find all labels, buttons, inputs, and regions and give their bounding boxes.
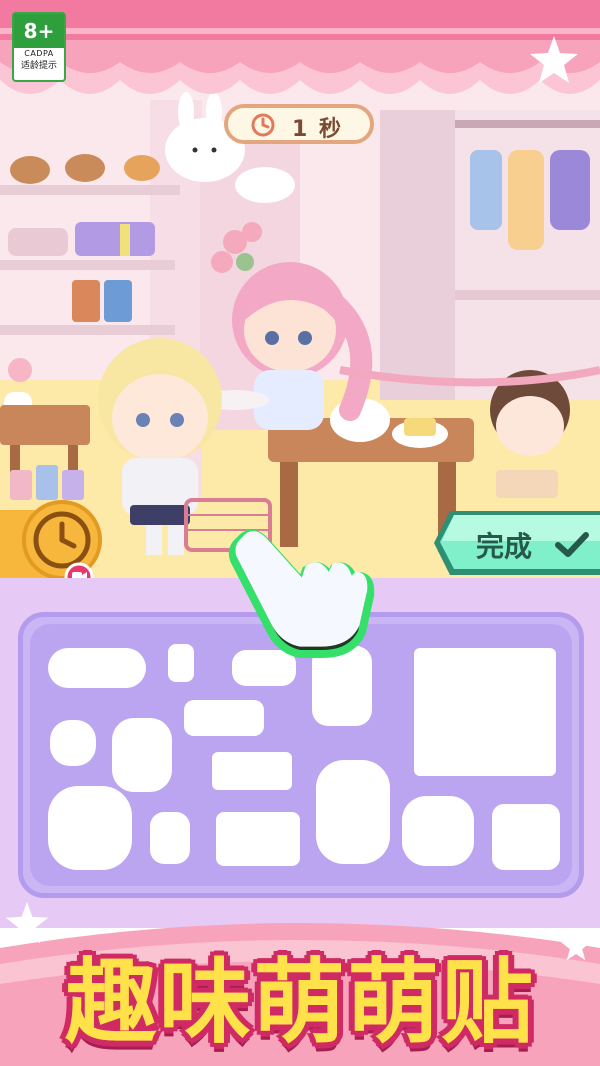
done-label: 完成 (476, 530, 533, 563)
age-rating-number: 8+ (14, 14, 64, 48)
star-icon (530, 36, 578, 83)
sticker-piece[interactable] (316, 760, 390, 864)
sticker-piece[interactable] (50, 720, 96, 766)
age-rating-org: CADPA (24, 49, 54, 58)
clock-icon (251, 113, 275, 137)
sticker-piece[interactable] (150, 812, 190, 864)
timer-display: 1 秒 (224, 104, 374, 144)
sticker-piece[interactable] (492, 804, 560, 870)
timer-value: 1 秒 (292, 117, 343, 142)
shop-awning (0, 0, 600, 110)
sticker-piece[interactable] (402, 796, 474, 866)
age-rating-badge: 8+ CADPA 适龄提示 (12, 12, 66, 82)
age-rating-tip: 适龄提示 (20, 61, 57, 71)
sticker-piece[interactable] (48, 786, 132, 870)
sticker-piece[interactable] (414, 648, 556, 776)
checkmark-icon (555, 532, 589, 557)
pointing-hand-icon (222, 520, 382, 660)
done-button[interactable]: 完成 (432, 505, 600, 581)
sticker-piece[interactable] (112, 718, 172, 792)
sticker-piece[interactable] (212, 752, 292, 790)
game-screen: 8+ CADPA 适龄提示 1 秒 完成 趣味萌萌贴 (0, 0, 600, 1066)
sticker-piece[interactable] (168, 644, 194, 682)
sticker-piece[interactable] (216, 812, 300, 866)
sticker-piece[interactable] (48, 648, 146, 688)
time-bonus-button[interactable] (22, 500, 104, 592)
sticker-piece[interactable] (184, 700, 264, 736)
game-title: 趣味萌萌贴 (64, 949, 535, 1056)
